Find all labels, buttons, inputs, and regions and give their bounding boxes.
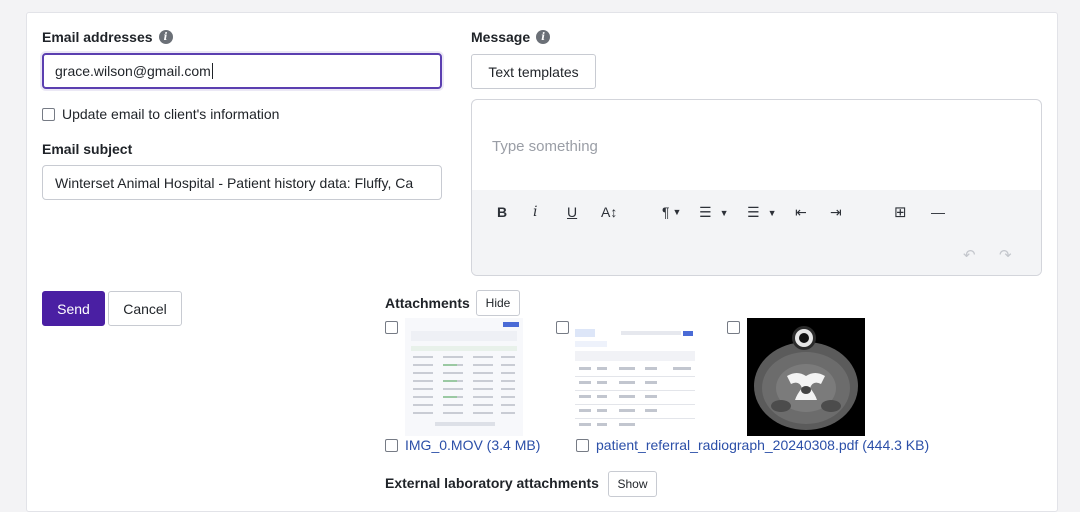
attachment-item[interactable]: patient_referral_radiograph_20240308.pdf… [576,437,929,453]
horizontal-rule-button[interactable]: — [931,204,945,220]
paragraph-format-button[interactable]: ¶ ▼ [662,204,681,220]
ct-scan-image [747,318,865,436]
document-preview-image [575,325,695,433]
bold-button[interactable]: B [497,204,507,220]
table-button[interactable]: ⊞ [894,203,907,221]
email-addresses-input[interactable]: grace.wilson@gmail.com [42,53,442,89]
attachment-checkbox[interactable] [385,438,398,452]
chevron-down-icon: ▼ [672,207,682,217]
attachments-label: Attachments [385,295,470,311]
attachment-link[interactable]: IMG_0.MOV (3.4 MB) [405,437,540,453]
attachment-thumb-checkbox[interactable] [727,321,740,334]
chevron-down-icon: ▼ [719,207,729,218]
show-external-attachments-button[interactable]: Show [608,471,657,497]
external-lab-attachments-label: External laboratory attachments [385,475,599,491]
message-textarea[interactable]: Type something [472,100,1041,190]
attachment-thumb-checkbox[interactable] [385,321,398,334]
send-button[interactable]: Send [42,291,105,326]
table-preview-image [405,318,523,436]
hide-attachments-button[interactable]: Hide [476,290,520,316]
text-caret [211,63,213,79]
bullet-list-icon: ☰ [747,204,760,220]
chevron-down-icon: ▼ [767,207,777,218]
attachment-thumbnail-radiograph[interactable] [747,318,865,436]
paragraph-icon: ¶ [662,204,670,220]
ordered-list-icon: ☰ [699,204,712,220]
editor-toolbar: B i U A↕ ¶ ▼ ☰ ▼ ☰ ▼ ⇤ ⇥ ⊞ — ↶ ↷ [472,190,1041,275]
message-editor[interactable]: Type something B i U A↕ ¶ ▼ ☰ ▼ ☰ ▼ ⇤ ⇥ ⊞ —… [471,99,1042,276]
attachment-thumb-checkbox[interactable] [556,321,569,334]
underline-button[interactable]: U [567,204,577,220]
email-subject-label: Email subject [42,141,133,157]
attachment-thumbnail-table[interactable] [405,318,523,436]
message-label: Message i [471,29,551,45]
update-email-checkbox[interactable] [42,107,55,121]
info-icon[interactable]: i [158,30,173,44]
font-size-button[interactable]: A↕ [601,204,617,220]
outdent-button[interactable]: ⇤ [795,204,807,221]
attachment-link[interactable]: patient_referral_radiograph_20240308.pdf… [596,437,929,453]
cancel-button[interactable]: Cancel [108,291,182,326]
attachment-thumbnail-document[interactable] [575,325,695,433]
undo-button[interactable]: ↶ [963,246,976,264]
attachment-item[interactable]: IMG_0.MOV (3.4 MB) [385,437,540,453]
email-form-card: Email addresses i grace.wilson@gmail.com… [26,12,1058,512]
email-subject-input[interactable]: Winterset Animal Hospital - Patient hist… [42,165,442,200]
info-icon[interactable]: i [536,30,551,44]
update-email-row[interactable]: Update email to client's information [42,106,279,122]
indent-button[interactable]: ⇥ [830,204,842,221]
attachment-checkbox[interactable] [576,438,589,452]
bullet-list-button[interactable]: ☰ ▼ [747,204,776,221]
text-templates-button[interactable]: Text templates [471,54,596,89]
email-addresses-label: Email addresses i [42,29,173,45]
ordered-list-button[interactable]: ☰ ▼ [699,204,728,221]
redo-button[interactable]: ↷ [999,246,1012,264]
italic-button[interactable]: i [533,204,537,220]
